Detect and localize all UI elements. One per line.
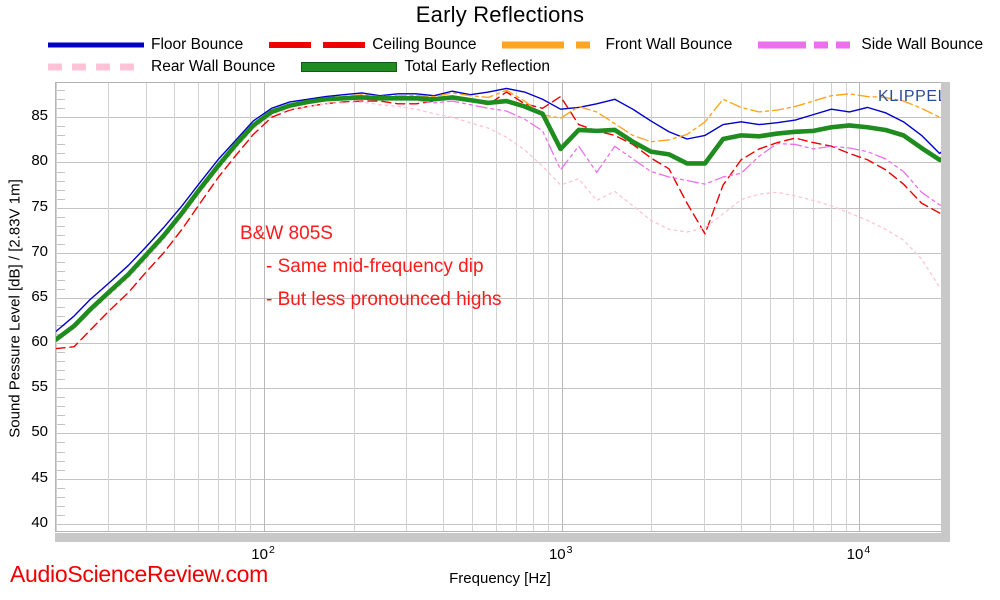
legend-item-side-wall-bounce[interactable]: Side Wall Bounce: [758, 34, 983, 56]
legend-swatch-icon: [48, 34, 144, 56]
legend-item-front-wall-bounce[interactable]: Front Wall Bounce: [502, 34, 732, 56]
legend-label: Floor Bounce: [151, 36, 244, 53]
legend-swatch-icon: [502, 34, 598, 56]
page-title: Early Reflections: [415, 2, 585, 27]
vertical-scrollbar[interactable]: [941, 82, 950, 533]
klippel-watermark: KLIPPEL: [878, 88, 948, 105]
y-axis-label: Sound Pessure Level [dB] / [2.83V 1m]: [6, 179, 24, 438]
legend-label: Total Early Reflection: [404, 58, 550, 75]
legend-item-floor-bounce[interactable]: Floor Bounce: [48, 34, 243, 56]
legend-row: Rear Wall Bounce Total Early Reflection: [48, 56, 988, 78]
legend-swatch-icon: [48, 56, 144, 78]
annotation-model: B&W 805S: [240, 223, 333, 244]
annotation-note-2: - But less pronounced highs: [266, 289, 502, 310]
legend-label: Ceiling Bounce: [372, 36, 477, 53]
legend-swatch-icon: [301, 56, 398, 78]
legend-label: Rear Wall Bounce: [151, 58, 276, 75]
chart-legend: Floor Bounce Ceiling Bounce Front Wall Bou…: [48, 34, 988, 78]
legend-row: Floor Bounce Ceiling Bounce Front Wall Bou…: [48, 34, 988, 56]
x-tick-label: 103: [548, 544, 573, 563]
legend-item-ceiling-bounce[interactable]: Ceiling Bounce: [269, 34, 476, 56]
legend-swatch-icon: [269, 34, 366, 56]
horizontal-scrollbar[interactable]: [55, 533, 950, 542]
legend-label: Side Wall Bounce: [861, 36, 984, 53]
series-rear-wall-bounce: [56, 101, 949, 342]
legend-item-rear-wall-bounce[interactable]: Rear Wall Bounce: [48, 56, 275, 78]
plot-area: [55, 82, 950, 532]
legend-swatch-icon: [758, 34, 854, 56]
series-front-wall-bounce: [56, 89, 949, 340]
legend-item-total-early-reflection[interactable]: Total Early Reflection: [301, 56, 550, 78]
series-floor-bounce: [56, 87, 949, 333]
x-tick-label: 104: [846, 544, 871, 563]
legend-label: Front Wall Bounce: [605, 36, 733, 53]
asr-watermark: AudioScienceReview.com: [10, 561, 269, 587]
data-curves: [56, 87, 949, 350]
annotation-note-1: - Same mid-frequency dip: [266, 256, 484, 277]
chart-root: Early Reflections Floor Bounce Ceiling Bo…: [0, 0, 1000, 600]
plot-inner: [56, 83, 949, 531]
